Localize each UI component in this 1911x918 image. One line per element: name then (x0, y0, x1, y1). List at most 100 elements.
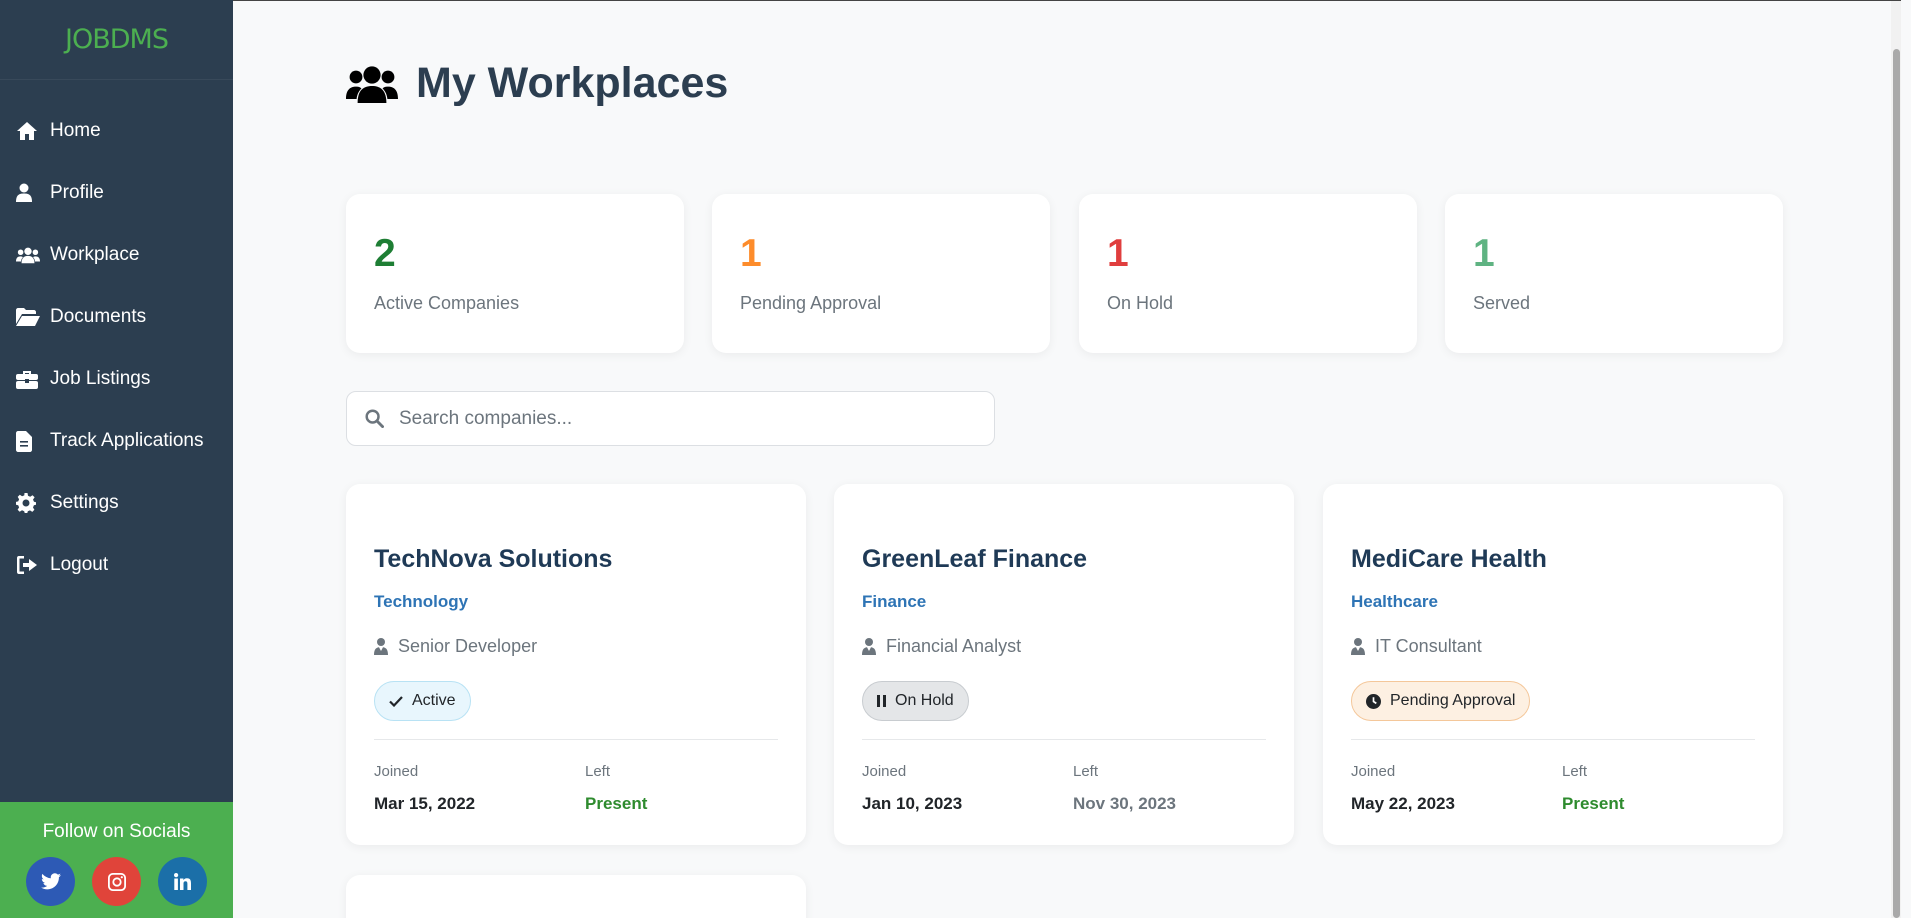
left-label: Left (585, 763, 611, 780)
stat-label: Active Companies (374, 293, 520, 313)
sidebar-item-label: Documents (50, 306, 147, 327)
company-name: MediCare Health (1351, 545, 1547, 573)
left-date: Present (1562, 794, 1625, 813)
check-icon (389, 695, 403, 707)
role-label: IT Consultant (1375, 636, 1482, 656)
instagram-button[interactable] (92, 857, 141, 906)
briefcase-icon (16, 368, 40, 390)
sidebar-item-label: Home (50, 120, 101, 141)
clock-icon (1366, 693, 1381, 709)
left-label: Left (1562, 763, 1588, 780)
left-label: Left (1073, 763, 1099, 780)
joined-date: May 22, 2023 (1351, 794, 1455, 813)
status-badge: Active (374, 681, 471, 721)
company-card[interactable]: GreenLeaf Finance Finance Financial Anal… (834, 484, 1294, 845)
user-tie-icon (862, 638, 876, 655)
divider (374, 739, 778, 740)
left-date: Present (585, 794, 648, 813)
home-icon (16, 120, 40, 142)
stat-label: On Hold (1107, 293, 1174, 313)
joined-label: Joined (1351, 763, 1396, 780)
company-card[interactable]: MediCare Health Healthcare IT Consultant… (1323, 484, 1783, 845)
linkedin-button[interactable] (158, 857, 207, 906)
company-role: Senior Developer (374, 636, 537, 657)
app-logo[interactable]: JOBDMS (0, 0, 233, 80)
status-label: On Hold (895, 692, 954, 709)
role-label: Financial Analyst (886, 636, 1022, 656)
social-links (0, 857, 233, 906)
sidebar-nav: Home Profile Workplace Documents Job Lis… (0, 80, 233, 596)
sidebar-item-workplace[interactable]: Workplace (0, 224, 233, 286)
stat-card-on-hold: 1 On Hold (1079, 194, 1417, 353)
scrollbar-thumb[interactable] (1893, 49, 1900, 918)
user-tie-icon (374, 638, 388, 655)
social-panel: Follow on Socials (0, 802, 233, 918)
stat-card-pending: 1 Pending Approval (712, 194, 1050, 353)
user-icon (16, 182, 40, 204)
search-icon (365, 409, 384, 428)
user-tie-icon (1351, 638, 1365, 655)
left-date: Nov 30, 2023 (1073, 794, 1177, 813)
file-icon (16, 430, 40, 452)
status-label: Pending Approval (1390, 692, 1516, 709)
company-industry: Finance (862, 592, 927, 611)
stat-card-active: 2 Active Companies (346, 194, 684, 353)
sidebar-item-home[interactable]: Home (0, 100, 233, 162)
sidebar-item-documents[interactable]: Documents (0, 286, 233, 348)
status-badge: Pending Approval (1351, 681, 1531, 721)
sidebar-item-label: Logout (50, 554, 109, 575)
stat-value: 2 (374, 232, 396, 275)
company-industry: Technology (374, 592, 469, 611)
sidebar-item-profile[interactable]: Profile (0, 162, 233, 224)
company-card[interactable]: TechNova Solutions Technology Senior Dev… (346, 484, 806, 845)
logo-text: JOBDMS (65, 24, 169, 55)
divider (862, 739, 1266, 740)
company-name: GreenLeaf Finance (862, 545, 1088, 573)
linkedin-icon (174, 873, 191, 890)
users-icon (16, 244, 40, 266)
stat-value: 1 (1107, 232, 1129, 275)
gear-icon (16, 492, 40, 514)
sidebar: JOBDMS Home Profile Workplace Documents … (0, 0, 233, 918)
search-bar (346, 391, 995, 446)
joined-label: Joined (374, 763, 419, 780)
twitter-icon (40, 873, 61, 890)
company-name: TechNova Solutions (374, 545, 613, 573)
stat-label: Served (1473, 293, 1531, 313)
sidebar-item-settings[interactable]: Settings (0, 472, 233, 534)
logout-icon (16, 554, 40, 576)
company-industry: Healthcare (1351, 592, 1438, 611)
sidebar-item-label: Settings (50, 492, 119, 513)
joined-date: Mar 15, 2022 (374, 794, 476, 813)
joined-date: Jan 10, 2023 (862, 794, 963, 813)
sidebar-item-label: Workplace (50, 244, 140, 265)
sidebar-item-label: Track Applications (50, 430, 204, 451)
page-title: My Workplaces (416, 59, 729, 107)
divider (1351, 739, 1755, 740)
sidebar-item-label: Job Listings (50, 368, 151, 389)
company-role: Financial Analyst (862, 636, 1021, 657)
sidebar-item-label: Profile (50, 182, 104, 203)
status-label: Active (412, 692, 456, 709)
stat-label: Pending Approval (740, 293, 882, 313)
sidebar-item-track-applications[interactable]: Track Applications (0, 410, 233, 472)
instagram-icon (107, 872, 126, 891)
sidebar-item-job-listings[interactable]: Job Listings (0, 348, 233, 410)
search-input[interactable] (399, 407, 959, 430)
pause-icon (877, 695, 886, 707)
company-card[interactable] (346, 875, 806, 918)
stat-value: 1 (1473, 232, 1495, 275)
users-icon (346, 64, 398, 104)
company-role: IT Consultant (1351, 636, 1482, 657)
folder-open-icon (16, 306, 40, 328)
joined-label: Joined (862, 763, 907, 780)
social-title: Follow on Socials (42, 821, 191, 842)
stat-value: 1 (740, 232, 762, 275)
status-badge: On Hold (862, 681, 969, 721)
main-content: My Workplaces 2 Active Companies 1 Pendi… (233, 0, 1901, 918)
page-header: My Workplaces (346, 59, 728, 108)
page-scrollbar[interactable] (1891, 1, 1901, 918)
sidebar-item-logout[interactable]: Logout (0, 534, 233, 596)
twitter-button[interactable] (26, 857, 75, 906)
role-label: Senior Developer (398, 636, 538, 656)
